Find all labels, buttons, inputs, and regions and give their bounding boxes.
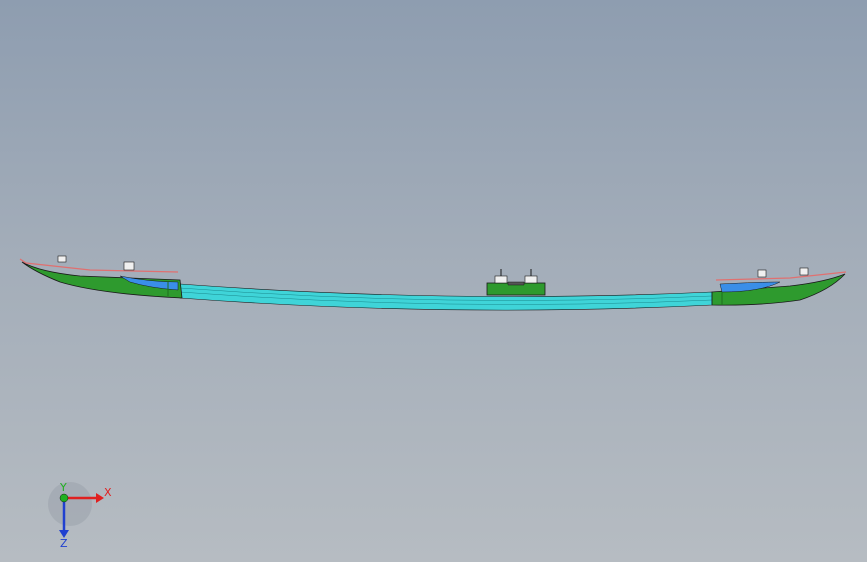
z-axis-label: Z — [60, 537, 68, 550]
y-axis-label: Y — [59, 481, 67, 494]
left-end-hull[interactable] — [19, 255, 183, 299]
cad-model[interactable] — [0, 0, 867, 562]
right-fitting-b[interactable] — [799, 267, 809, 276]
left-fitting-b[interactable] — [123, 261, 135, 271]
right-end-hull[interactable] — [711, 267, 847, 306]
triad-shadow-icon — [48, 482, 92, 526]
right-fitting-a[interactable] — [757, 269, 767, 278]
y-axis-dot-icon — [59, 493, 69, 503]
x-axis-label: X — [104, 486, 112, 499]
left-fitting-a[interactable] — [57, 255, 67, 263]
center-beam[interactable] — [179, 283, 713, 311]
reference-triad: X Y Z — [48, 481, 112, 550]
graphics-viewport[interactable]: X Y Z — [0, 0, 867, 562]
center-mount[interactable] — [486, 269, 546, 296]
